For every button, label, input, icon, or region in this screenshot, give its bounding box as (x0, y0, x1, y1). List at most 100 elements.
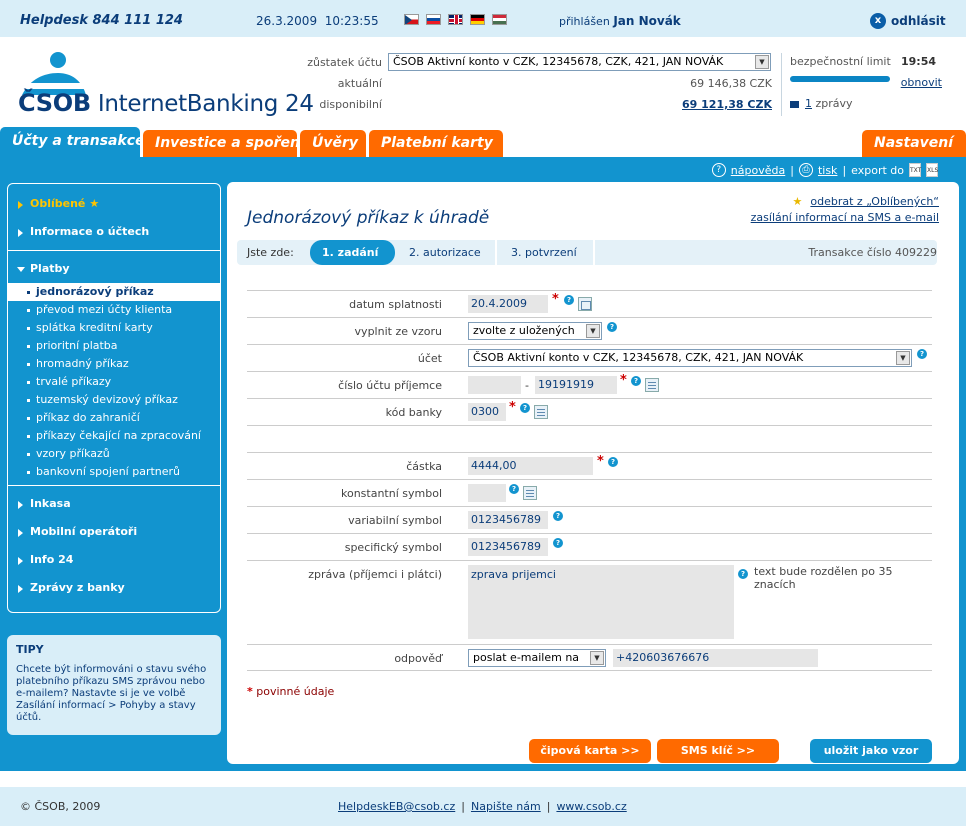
sidebar-subitem[interactable]: příkazy čekající na zpracování (8, 427, 220, 445)
reply-label: odpověď (394, 652, 442, 665)
sidebar-subitem[interactable]: splátka kreditní karty (8, 319, 220, 337)
sms-info-link[interactable]: zasílání informací na SMS a e-mail (751, 211, 939, 224)
czech-flag-icon[interactable] (404, 14, 419, 25)
sidebar-subitem[interactable]: trvalé příkazy (8, 373, 220, 391)
help-icon[interactable]: ? (509, 484, 519, 494)
help-icon[interactable]: ? (917, 349, 927, 359)
sms-key-button[interactable]: SMS klíč >> (657, 739, 779, 763)
help-icon: ? (711, 163, 726, 177)
separator: | (790, 163, 794, 177)
logout-button[interactable]: x odhlásit (870, 13, 946, 29)
helpdesk-email-link[interactable]: HelpdeskEB@csob.cz (338, 800, 455, 813)
account-select-value: ČSOB Aktivní konto v CZK, 12345678, CZK,… (393, 55, 724, 68)
sidebar-subitem[interactable]: jednorázový příkaz (8, 283, 220, 301)
you-are-here-label: Jste zde: (247, 246, 294, 259)
remove-favorite-link[interactable]: odebrat z „Oblíbených“ (810, 195, 939, 208)
variable-symbol-input[interactable]: 0123456789 (468, 511, 548, 529)
sidebar-subitem[interactable]: příkaz do zahraničí (8, 409, 220, 427)
website-link[interactable]: www.csob.cz (556, 800, 626, 813)
help-icon[interactable]: ? (553, 511, 563, 521)
help-icon[interactable]: ? (608, 457, 618, 467)
datetime: 26.3.2009 10:23:55 (256, 14, 379, 28)
payment-form: datum splatnosti 20.4.2009 * ? vyplnit z… (247, 290, 932, 671)
german-flag-icon[interactable] (470, 14, 485, 25)
account-select[interactable]: ČSOB Aktivní konto v CZK, 12345678, CZK,… (388, 53, 771, 71)
triangle-right-icon (18, 201, 23, 209)
sidebar-item-collections[interactable]: Inkasa (8, 490, 220, 518)
chevron-down-icon: ▼ (896, 351, 910, 365)
due-date-input[interactable]: 20.4.2009 (468, 295, 548, 313)
sidebar-subitem[interactable]: převod mezi účty klienta (8, 301, 220, 319)
xls-export-icon[interactable]: XLS (926, 163, 938, 177)
tab-investments[interactable]: Investice a spoření (143, 130, 305, 157)
sidebar-item-mobile[interactable]: Mobilní operátoři (8, 518, 220, 546)
calendar-icon[interactable] (578, 297, 592, 311)
sidebar-subitem[interactable]: prioritní platba (8, 337, 220, 355)
current-value: 69 146,38 CZK (690, 77, 772, 90)
triangle-right-icon (18, 229, 23, 237)
tab-loans[interactable]: Úvěry (300, 130, 366, 157)
triangle-right-icon (18, 501, 23, 509)
account-label: účet (417, 352, 442, 365)
refresh-link[interactable]: obnovit (901, 76, 942, 89)
sidebar-item-account-info[interactable]: Informace o účtech (8, 218, 220, 246)
form-row-amount: částka 4444,00 * ? (247, 452, 932, 479)
star-icon: ★ (89, 197, 100, 210)
help-icon[interactable]: ? (631, 376, 641, 386)
recipient-number-input[interactable]: 19191919 (535, 376, 617, 394)
amount-input[interactable]: 4444,00 (468, 457, 593, 475)
sidebar-item-payments[interactable]: Platby (8, 255, 220, 283)
required-mark: * (509, 400, 516, 415)
message-textarea[interactable]: zprava prijemci (468, 565, 734, 639)
chip-card-button[interactable]: čipová karta >> (529, 739, 651, 763)
print-link[interactable]: tisk (818, 164, 837, 177)
bank-code-input[interactable]: 0300 (468, 403, 506, 421)
account-field-select[interactable]: ČSOB Aktivní konto v CZK, 12345678, CZK,… (468, 349, 912, 367)
help-icon[interactable]: ? (564, 295, 574, 305)
tips-title: TIPY (16, 643, 44, 656)
sidebar-subitem[interactable]: bankovní spojení partnerů (8, 463, 220, 481)
message-note: text bude rozdělen po 35 znacích (754, 565, 893, 591)
required-mark: * (597, 454, 604, 469)
form-row-constant-symbol: konstantní symbol ? (247, 479, 932, 506)
write-us-link[interactable]: Napište nám (471, 800, 541, 813)
messages-count-link[interactable]: 1 (805, 97, 812, 110)
sidebar-subitem[interactable]: tuzemský devizový příkaz (8, 391, 220, 409)
help-link[interactable]: nápověda (731, 164, 785, 177)
logged-user: přihlášen Jan Novák (559, 14, 681, 28)
sidebar-item-favorites[interactable]: Oblíbené ★ (8, 190, 220, 218)
print-icon: ⎙ (798, 163, 813, 177)
sidebar-item-bank-messages[interactable]: Zprávy z banky (8, 574, 220, 602)
form-row-specific-symbol: specifický symbol 0123456789 ? (247, 533, 932, 560)
form-row-spacer (247, 425, 932, 452)
help-icon[interactable]: ? (738, 569, 748, 579)
sidebar-item-info24[interactable]: Info 24 (8, 546, 220, 574)
available-value[interactable]: 69 121,38 CZK (682, 98, 772, 111)
constant-symbol-input[interactable] (468, 484, 506, 502)
tab-cards[interactable]: Platební karty (369, 130, 503, 157)
reply-contact-input[interactable]: +420603676676 (613, 649, 818, 667)
save-template-button[interactable]: uložit jako vzor (810, 739, 932, 763)
list-icon[interactable] (523, 486, 537, 500)
help-icon[interactable]: ? (520, 403, 530, 413)
list-icon[interactable] (645, 378, 659, 392)
tab-settings[interactable]: Nastavení (862, 130, 966, 157)
slovak-flag-icon[interactable] (426, 14, 441, 25)
list-icon[interactable] (534, 405, 548, 419)
tips-text: Chcete být informováni o stavu svého pla… (16, 664, 207, 723)
help-icon[interactable]: ? (607, 322, 617, 332)
tab-accounts[interactable]: Účty a transakce (0, 127, 145, 157)
form-row-due-date: datum splatnosti 20.4.2009 * ? (247, 290, 932, 317)
sidebar-subitem[interactable]: hromadný příkaz (8, 355, 220, 373)
specific-symbol-input[interactable]: 0123456789 (468, 538, 548, 556)
sidebar-subitem[interactable]: vzory příkazů (8, 445, 220, 463)
template-select[interactable]: zvolte z uložených ▼ (468, 322, 602, 340)
help-icon[interactable]: ? (553, 538, 563, 548)
recipient-prefix-input[interactable] (468, 376, 521, 394)
hungarian-flag-icon[interactable] (492, 14, 507, 25)
txt-export-icon[interactable]: TXT (909, 163, 921, 177)
amount-label: částka (406, 460, 442, 473)
logged-prefix: přihlášen (559, 15, 610, 28)
reply-select[interactable]: poslat e-mailem na ▼ (468, 649, 606, 667)
english-flag-icon[interactable] (448, 14, 463, 25)
